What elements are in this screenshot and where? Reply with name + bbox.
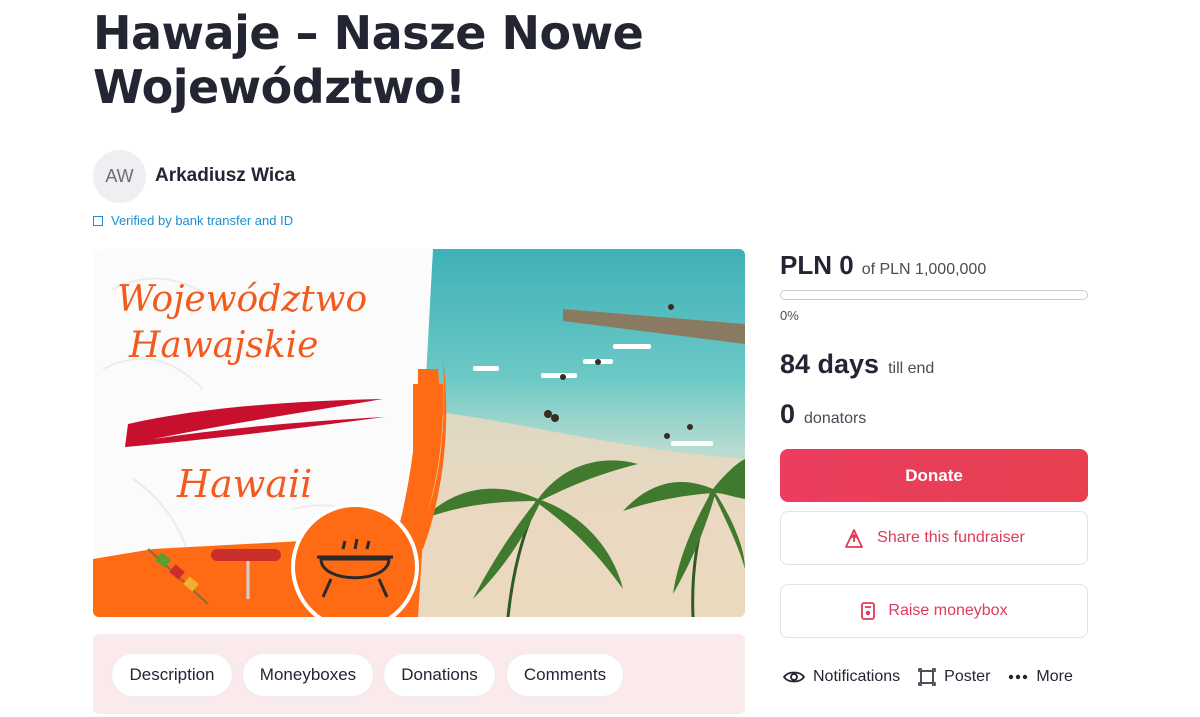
goal-amount: of PLN 1,000,000 xyxy=(861,261,987,278)
notifications-label: Notifications xyxy=(813,668,901,685)
share-button[interactable]: Share this fundraiser xyxy=(780,511,1088,565)
notifications-action[interactable]: Notifications xyxy=(783,668,900,686)
moneybox-label: Raise moneybox xyxy=(888,602,1008,619)
donate-button[interactable]: Donate xyxy=(780,449,1088,502)
share-icon xyxy=(845,529,864,548)
hero-headline-2: Hawajskie xyxy=(128,325,318,366)
poster-icon xyxy=(918,668,936,686)
raise-moneybox-button[interactable]: Raise moneybox xyxy=(780,584,1088,638)
share-label: Share this fundraiser xyxy=(877,529,1025,546)
days-suffix: till end xyxy=(888,360,935,377)
raised-summary: PLN 0 of PLN 1,000,000 xyxy=(780,250,986,281)
verified-badge: Verified by bank transfer and ID xyxy=(93,213,293,228)
donors-suffix: donators xyxy=(804,410,867,427)
author-name[interactable]: Arkadiusz Wica xyxy=(155,165,295,187)
checkbox-icon xyxy=(93,215,103,226)
moneybox-icon xyxy=(861,602,876,620)
donors-value: 0 xyxy=(780,399,796,429)
more-dots-icon xyxy=(1009,674,1028,680)
more-label: More xyxy=(1036,668,1073,685)
days-left: 84 days till end xyxy=(780,349,934,380)
poster-label: Poster xyxy=(944,668,991,685)
tab-comments[interactable]: Comments xyxy=(506,653,624,697)
tab-donations[interactable]: Donations xyxy=(383,653,496,697)
avatar[interactable]: AW xyxy=(93,150,146,203)
hero-subline: Hawaii xyxy=(176,462,312,506)
raised-amount: PLN 0 xyxy=(780,250,854,280)
secondary-actions: Notifications Poster More xyxy=(783,668,1073,686)
days-value: 84 days xyxy=(780,349,880,379)
verified-text: Verified by bank transfer and ID xyxy=(111,213,294,228)
fundraiser-image: Województwo Hawajskie Hawaii xyxy=(93,249,745,617)
tab-moneyboxes[interactable]: Moneyboxes xyxy=(242,653,374,697)
poster-action[interactable]: Poster xyxy=(918,668,990,686)
donor-count: 0 donators xyxy=(780,399,866,430)
more-action[interactable]: More xyxy=(1008,668,1073,686)
tab-description[interactable]: Description xyxy=(111,653,233,697)
section-tabs: Description Moneyboxes Donations Comment… xyxy=(93,634,745,714)
eye-icon xyxy=(783,671,805,683)
page-title: Hawaje – Nasze Nowe Województwo! xyxy=(93,6,644,114)
progress-bar xyxy=(780,290,1088,300)
progress-percent: 0% xyxy=(780,308,799,323)
hero-headline-1: Województwo xyxy=(117,279,367,320)
